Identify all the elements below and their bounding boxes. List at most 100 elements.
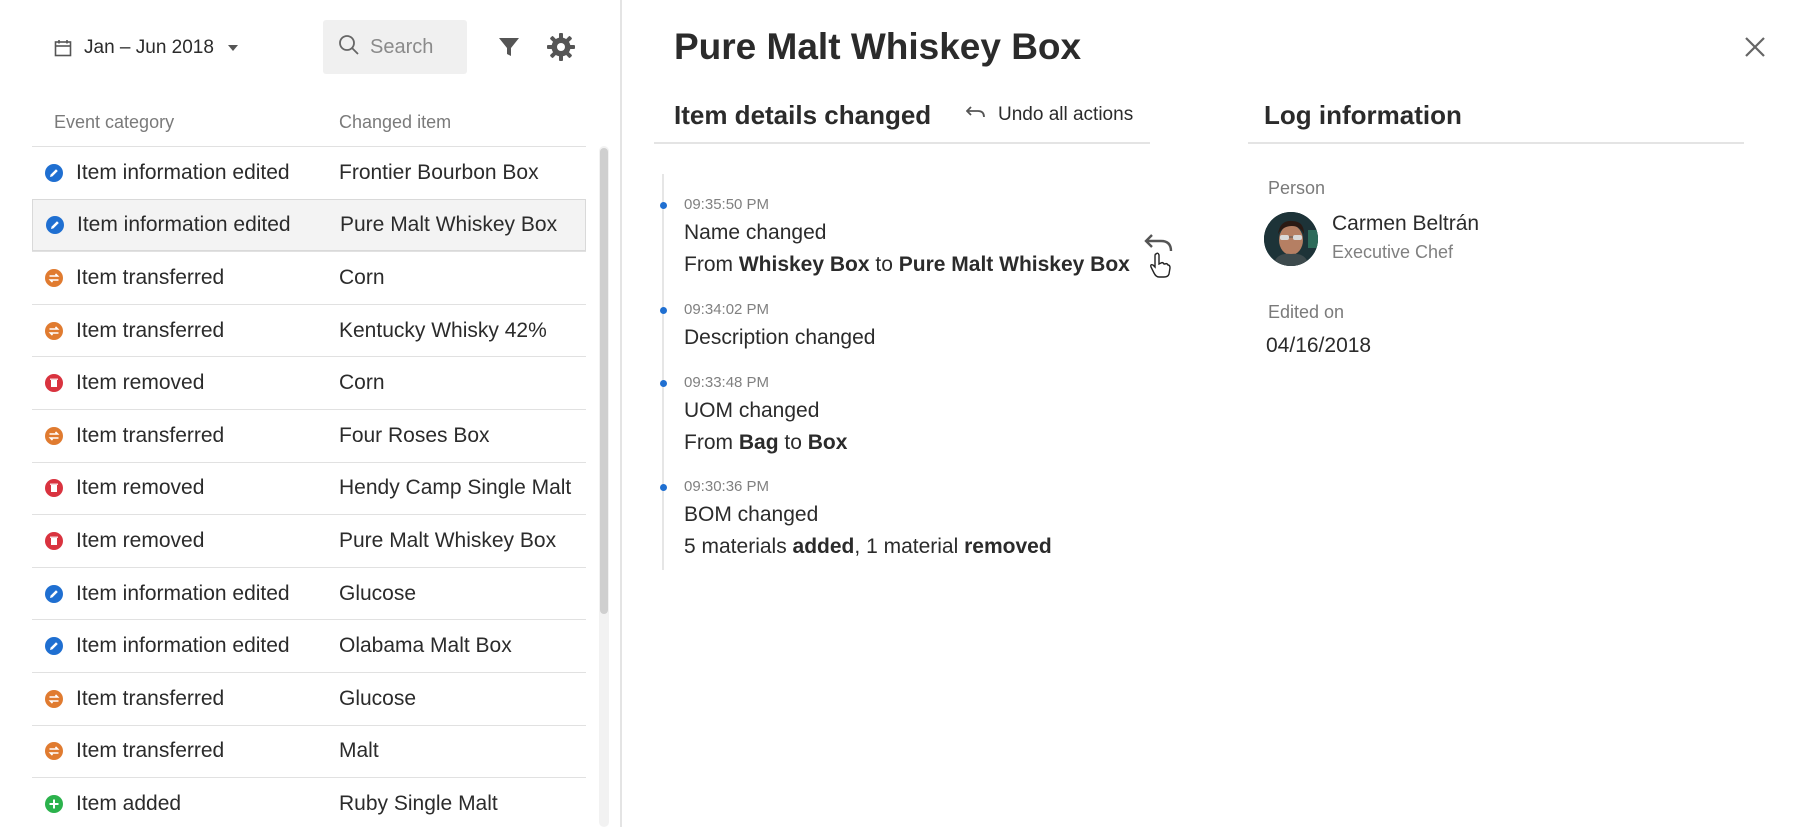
event-category: Item removed	[76, 528, 205, 552]
transfer-icon	[45, 321, 63, 340]
event-category: Item information edited	[76, 581, 290, 605]
edited-date: 04/16/2018	[1266, 334, 1372, 357]
changed-item: Corn	[339, 371, 385, 395]
timeline-entry: 09:35:50 PM Name changed From Whiskey Bo…	[660, 196, 1130, 278]
calendar-icon	[54, 39, 72, 57]
scrollbar-thumb[interactable]	[600, 148, 608, 614]
table-row[interactable]: Item transferred Glucose	[32, 671, 586, 725]
transfer-icon	[45, 689, 63, 708]
table-row[interactable]: Item removed Hendy Camp Single Malt	[32, 461, 586, 515]
event-category: Item transferred	[76, 265, 225, 289]
timeline-time: 09:35:50 PM	[684, 196, 770, 213]
table-row[interactable]: Item transferred Malt	[32, 724, 586, 778]
timeline-title: Name changed	[684, 221, 827, 244]
panel-divider	[620, 0, 622, 827]
timeline-change-detail: From Bag to Box	[684, 431, 848, 454]
pencil-icon	[45, 163, 63, 182]
changed-item: Malt	[339, 739, 379, 763]
timeline-title: Description changed	[684, 326, 876, 349]
changes-heading-rule	[654, 142, 1150, 144]
person-role: Executive Chef	[1332, 242, 1454, 262]
table-row[interactable]: Item transferred Corn	[32, 251, 586, 304]
timeline-title: BOM changed	[684, 503, 819, 526]
trash-icon	[45, 374, 63, 393]
timeline-dot	[660, 202, 667, 209]
timeline-dot	[660, 484, 667, 491]
event-category: Item transferred	[76, 423, 225, 447]
event-category: Item added	[76, 791, 182, 815]
timeline-time: 09:30:36 PM	[684, 478, 770, 495]
table-row[interactable]: Item added Ruby Single Malt	[32, 777, 586, 827]
search-input[interactable]	[370, 35, 460, 59]
trash-icon	[45, 531, 63, 550]
changed-item: Olabama Malt Box	[339, 634, 512, 658]
changed-item: Glucose	[339, 581, 417, 605]
hand-cursor-icon	[1149, 252, 1171, 278]
changed-item: Kentucky Whisky 42%	[339, 318, 547, 342]
edited-on-label: Edited on	[1268, 302, 1345, 322]
changed-item: Pure Malt Whiskey Box	[340, 212, 558, 236]
event-list-panel: Jan – Jun 2018 Search Event category Cha…	[0, 0, 620, 827]
table-row[interactable]: Item removed Pure Malt Whiskey Box	[32, 514, 586, 567]
column-header-changed-item[interactable]: Changed item	[339, 112, 451, 133]
event-category: Item transferred	[76, 686, 225, 710]
timeline-entry: 09:33:48 PM UOM changed From Bag to Box	[660, 374, 848, 456]
event-category: Item information edited	[77, 212, 291, 236]
timeline-dot	[660, 307, 667, 314]
event-category: Item information edited	[76, 634, 290, 658]
event-category: Item information edited	[76, 160, 290, 184]
date-range-picker[interactable]: Jan – Jun 2018	[54, 34, 238, 62]
event-table: Item information edited Frontier Bourbon …	[32, 146, 586, 827]
close-icon[interactable]	[1742, 34, 1768, 60]
transfer-icon	[45, 742, 63, 761]
table-row[interactable]: Item removed Corn	[32, 356, 586, 409]
timeline-change-detail: From Whiskey Box to Pure Malt Whiskey Bo…	[684, 253, 1130, 276]
table-row[interactable]: Item information edited Pure Malt Whiskey…	[32, 198, 586, 252]
search-box[interactable]	[323, 20, 467, 74]
event-category: Item removed	[76, 371, 205, 395]
table-row[interactable]: Item information edited Frontier Bourbon …	[32, 146, 586, 199]
gear-icon[interactable]	[546, 32, 576, 62]
search-icon	[338, 34, 360, 61]
person-name: Carmen Beltrán	[1332, 212, 1480, 235]
transfer-icon	[45, 426, 63, 445]
plus-icon	[45, 794, 63, 813]
timeline-time: 09:34:02 PM	[684, 301, 770, 318]
changed-item: Hendy Camp Single Malt	[339, 476, 572, 500]
page-title: Pure Malt Whiskey Box	[674, 26, 1082, 67]
event-category: Item transferred	[76, 318, 225, 342]
timeline-time: 09:33:48 PM	[684, 374, 770, 391]
changes-heading: Item details changed	[674, 100, 932, 130]
pencil-icon	[46, 215, 64, 234]
column-header-event-category[interactable]: Event category	[54, 112, 174, 133]
avatar	[1264, 212, 1318, 266]
changed-item: Frontier Bourbon Box	[339, 160, 539, 184]
event-category: Item removed	[76, 476, 205, 500]
log-heading: Log information	[1264, 100, 1462, 130]
changed-item: Four Roses Box	[339, 423, 490, 447]
timeline-change-detail: 5 materials added, 1 material removed	[684, 535, 1052, 558]
changed-item: Pure Malt Whiskey Box	[339, 528, 557, 552]
event-category: Item transferred	[76, 739, 225, 763]
changed-item: Corn	[339, 265, 385, 289]
timeline-dot	[660, 380, 667, 387]
trash-icon	[45, 479, 63, 498]
table-row[interactable]: Item information edited Olabama Malt Box	[32, 619, 586, 672]
undo-icon	[965, 104, 986, 126]
table-row[interactable]: Item transferred Four Roses Box	[32, 408, 586, 462]
timeline-entry: 09:30:36 PM BOM changed 5 materials adde…	[660, 478, 1052, 560]
undo-all-label: Undo all actions	[998, 104, 1134, 125]
table-row[interactable]: Item transferred Kentucky Whisky 42%	[32, 303, 586, 357]
timeline-title: UOM changed	[684, 399, 820, 422]
table-row[interactable]: Item information edited Glucose	[32, 566, 586, 620]
undo-all-button[interactable]: Undo all actions	[965, 104, 1134, 126]
person-label: Person	[1268, 178, 1326, 198]
caret-down-icon	[227, 45, 238, 51]
timeline-entry: 09:34:02 PM Description changed	[660, 301, 876, 351]
timeline-line	[662, 174, 664, 570]
date-range-label: Jan – Jun 2018	[84, 37, 214, 58]
pencil-icon	[45, 584, 63, 603]
filter-icon[interactable]	[496, 34, 522, 60]
log-heading-rule	[1248, 142, 1744, 144]
scrollbar[interactable]	[599, 146, 609, 827]
